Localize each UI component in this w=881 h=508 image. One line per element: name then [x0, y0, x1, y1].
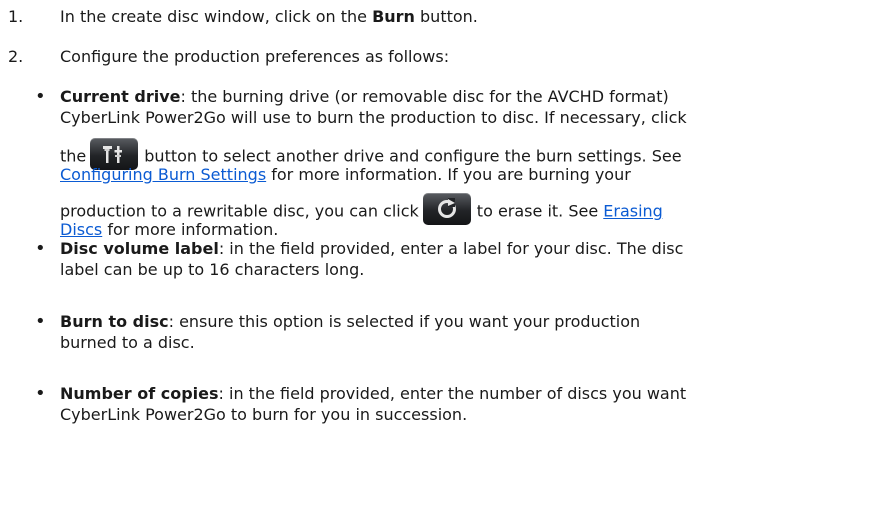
bullet-text: label can be up to 16 characters long. [60, 260, 365, 279]
configuring-burn-settings-link[interactable]: Configuring Burn Settings [60, 165, 266, 184]
bullet-text: CyberLink Power2Go will use to burn the … [60, 108, 687, 127]
bullet-text: : the burning drive (or removable disc f… [180, 87, 669, 106]
bullet-line: Number of copies: in the field provided,… [60, 383, 686, 405]
bullet-text: to erase it. See [476, 201, 604, 221]
step-2: 2. Configure the production preferences a… [8, 46, 449, 68]
erasing-discs-link[interactable]: Erasing [603, 202, 663, 221]
step-text: In the create disc window, click on the [60, 7, 373, 26]
bullet-term: Number of copies [60, 384, 219, 403]
burn-term: Burn [372, 7, 415, 26]
bullet-text: burned to a disc. [60, 333, 195, 352]
bullet-line: Disc volume label: in the field provided… [60, 238, 683, 260]
bullet-text: : in the field provided, enter the numbe… [218, 384, 687, 403]
bullet-term: Disc volume label [60, 239, 219, 258]
bullet-text: production to a rewritable disc, you can… [60, 201, 419, 221]
bullet-line: Burn to disc: ensure this option is sele… [60, 311, 640, 333]
bullet-text: for more information. [102, 220, 279, 239]
bullet-line: CyberLink Power2Go will use to burn the … [60, 107, 687, 129]
bullet-text: CyberLink Power2Go to burn for you in su… [60, 405, 468, 424]
bullet-dot: • [35, 383, 46, 404]
bullet-text: for more information. If you are burning… [266, 165, 631, 184]
step-text-end: button. [414, 7, 478, 26]
bullet-term: Burn to disc [60, 312, 169, 331]
erasing-discs-link-cont[interactable]: Discs [60, 220, 102, 239]
bullet-line: CyberLink Power2Go to burn for you in su… [60, 404, 467, 426]
bullet-line: the button to select another drive and c… [60, 138, 682, 170]
bullet-term: Current drive [60, 87, 181, 106]
bullet-line: label can be up to 16 characters long. [60, 259, 364, 281]
erase-disc-icon [422, 193, 471, 225]
bullet-text: : in the field provided, enter a label f… [218, 239, 684, 258]
bullet-line: production to a rewritable disc, you can… [60, 193, 663, 225]
bullet-dot: • [35, 86, 46, 107]
bullet-text: the [60, 146, 87, 166]
step-number: 2. [8, 47, 24, 66]
bullet-dot: • [35, 238, 46, 259]
bullet-line: Configuring Burn Settings for more infor… [60, 164, 631, 186]
step-text: Configure the production preferences as … [60, 47, 450, 66]
bullet-text: : ensure this option is selected if you … [168, 312, 641, 331]
bullet-text: button to select another drive and confi… [144, 146, 682, 166]
bullet-dot: • [35, 311, 46, 332]
bullet-line: Current drive: the burning drive (or rem… [60, 86, 669, 108]
bullet-line: burned to a disc. [60, 332, 195, 354]
step-1: 1. In the create disc window, click on th… [8, 6, 478, 28]
step-number: 1. [8, 7, 24, 26]
